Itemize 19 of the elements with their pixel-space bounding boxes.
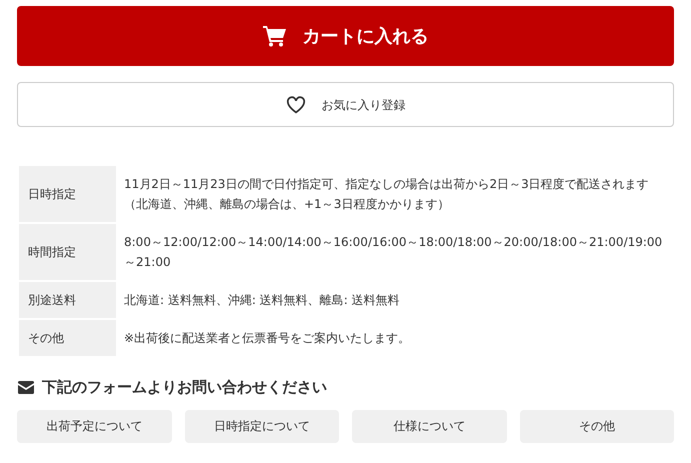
table-cell-text: 11月2日～11月23日の間で日付指定可、指定なしの場合は出荷から2日～3日程度で配送されます — [124, 176, 649, 193]
table-cell-text: ※出荷後に配送業者と伝票番号をご案内いたします。 — [124, 330, 410, 347]
table-header-cell: 日時指定 — [19, 166, 116, 222]
table-cell-text: 8:00～12:00/12:00～14:00/14:00～16:00/16:00～18:00/18:00～20:00/18:00～21:00/19:00～21:00 — [124, 234, 664, 271]
table-cell-text: 北海道: 送料無料、沖縄: 送料無料、離島: 送料無料 — [124, 292, 400, 309]
cart-icon — [262, 25, 286, 47]
table-header-cell: 時間指定 — [19, 224, 116, 280]
heart-icon — [286, 96, 306, 114]
inquiry-button[interactable]: 日時指定について — [184, 410, 339, 442]
favorite-button[interactable]: お気に入り登録 — [17, 82, 674, 127]
add-to-cart-button[interactable]: カートに入れる — [17, 6, 674, 66]
inquiry-button[interactable]: 仕様について — [352, 410, 506, 442]
envelope-icon — [18, 380, 34, 394]
contact-heading: 下記のフォームよりお問い合わせください — [42, 377, 327, 398]
table-header-cell: 別途送料 — [19, 282, 116, 318]
table-cell-text: （北海道、沖縄、離島の場合は、+1～3日程度かかります） — [124, 196, 450, 213]
table-header-cell: その他 — [19, 320, 116, 356]
inquiry-button[interactable]: その他 — [520, 410, 674, 442]
inquiry-button[interactable]: 出荷予定について — [17, 410, 172, 442]
